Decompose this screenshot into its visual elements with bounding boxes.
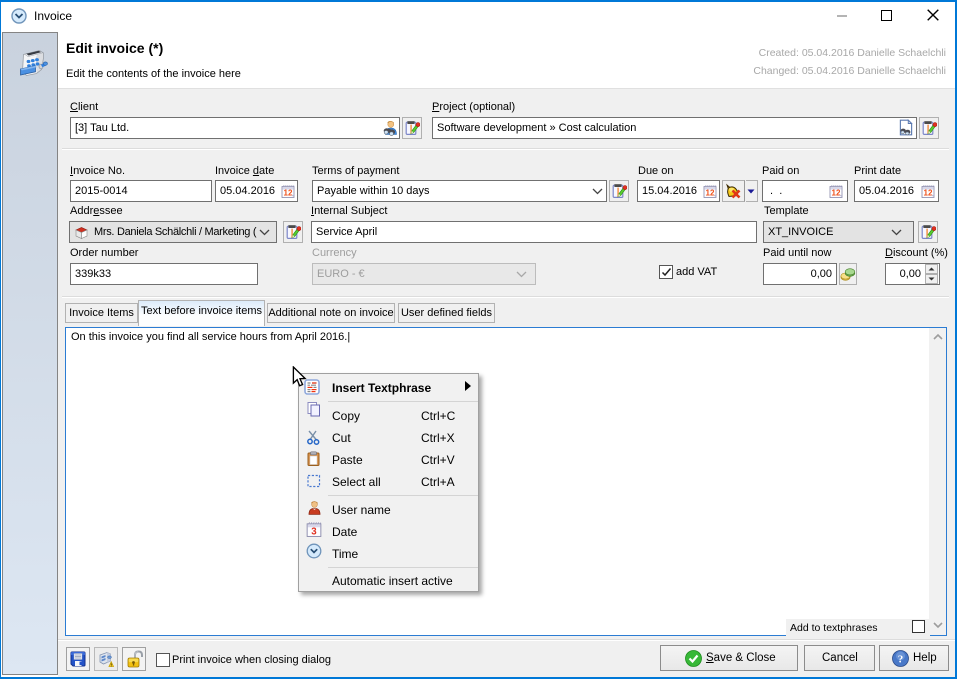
svg-text:3: 3 [311, 526, 317, 537]
svg-text:?: ? [898, 654, 904, 666]
